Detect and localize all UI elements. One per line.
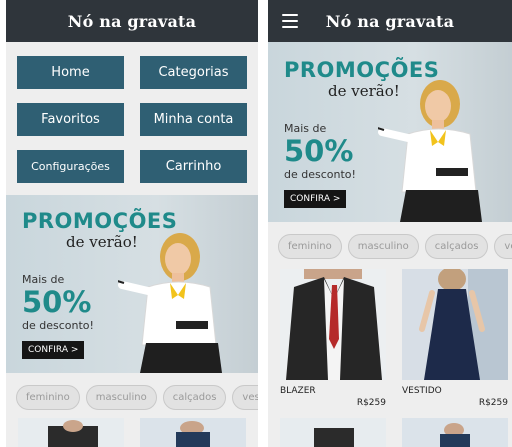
app-title: Nó na gravata: [325, 11, 455, 31]
product-price: R$259: [356, 398, 386, 408]
category-chips: feminino masculino calçados ves: [6, 373, 258, 410]
promo-model-illustration: [378, 80, 482, 222]
confira-button[interactable]: CONFIRA >: [284, 190, 347, 208]
promo-model-illustration: [118, 233, 222, 373]
product-thumb-3[interactable]: [280, 418, 386, 447]
favorites-button[interactable]: Favoritos: [17, 103, 124, 136]
categories-button[interactable]: Categorias: [140, 56, 247, 89]
promo-banner[interactable]: PROMOÇÕES de verão! Mais de 50% de desco…: [6, 195, 258, 373]
product-thumb-1-image: [18, 418, 124, 447]
product-price: R$259: [478, 398, 508, 408]
product-thumb-2-image: [140, 418, 246, 447]
product-list: BLAZER R$259 VESTIDO R$259: [268, 259, 512, 408]
product-thumbnails: [268, 408, 512, 447]
promo-banner[interactable]: PROMOÇÕES de verão! Mais de 50% de desco…: [268, 42, 512, 222]
screen-home: Nó na gravata PROMOÇÕES de verão! Mais d…: [268, 0, 512, 447]
product-image-vestido: [402, 269, 508, 380]
chip-feminino[interactable]: feminino: [16, 385, 80, 410]
product-thumbnails: [6, 410, 258, 447]
product-image-blazer: [280, 269, 386, 380]
chip-feminino[interactable]: feminino: [278, 234, 342, 259]
promo-percent: 50%: [284, 134, 354, 168]
chip-vestuario[interactable]: ves: [494, 234, 512, 259]
category-chips: feminino masculino calçados ves: [268, 222, 512, 259]
app-bar: Nó na gravata: [6, 0, 258, 42]
app-title: Nó na gravata: [67, 11, 197, 31]
promo-desconto: de desconto!: [22, 319, 94, 332]
product-thumb-2[interactable]: [140, 418, 246, 447]
product-name: VESTIDO: [402, 386, 442, 396]
my-account-button[interactable]: Minha conta: [140, 103, 247, 136]
menu-grid: Home Categorias Favoritos Minha conta Co…: [6, 42, 258, 195]
chip-masculino[interactable]: masculino: [85, 385, 157, 410]
blazer-image: [280, 269, 386, 380]
product-thumb-4[interactable]: [402, 418, 508, 447]
promo-desconto: de desconto!: [284, 168, 356, 181]
product-card-blazer[interactable]: BLAZER R$259: [280, 269, 386, 408]
dress-image: [402, 269, 508, 380]
chip-calcados[interactable]: calçados: [424, 234, 489, 259]
promo-percent: 50%: [22, 285, 92, 319]
product-thumb-3-image: [280, 418, 386, 447]
product-name: BLAZER: [280, 386, 316, 396]
menu-icon[interactable]: [282, 14, 298, 28]
home-button[interactable]: Home: [17, 56, 124, 89]
confira-button[interactable]: CONFIRA >: [22, 341, 85, 359]
screen-menu: Nó na gravata Home Categorias Favoritos …: [6, 0, 258, 447]
chip-calcados[interactable]: calçados: [162, 385, 227, 410]
product-thumb-1[interactable]: [18, 418, 124, 447]
settings-button[interactable]: Configurações: [17, 150, 124, 183]
app-bar: Nó na gravata: [268, 0, 512, 42]
chip-vestuario[interactable]: ves: [232, 385, 258, 410]
product-card-vestido[interactable]: VESTIDO R$259: [402, 269, 508, 408]
chip-masculino[interactable]: masculino: [347, 234, 419, 259]
product-thumb-4-image: [402, 418, 508, 447]
cart-button[interactable]: Carrinho: [140, 150, 247, 183]
